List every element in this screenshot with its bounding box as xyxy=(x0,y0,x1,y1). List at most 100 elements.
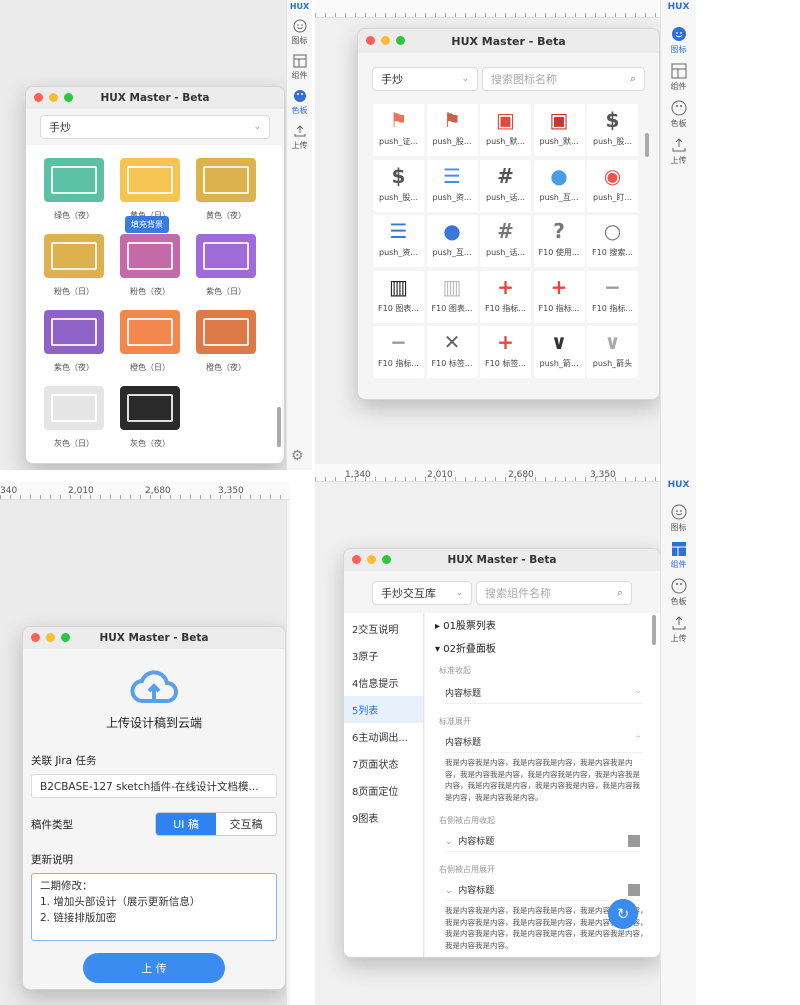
icon-tile[interactable]: ☰ push_资... xyxy=(373,215,424,267)
library-dropdown[interactable]: 手炒 ⌄ xyxy=(40,115,270,139)
swatch-item[interactable]: 紫色（日） xyxy=(190,228,262,300)
icon-tile[interactable]: ▣ push_默... xyxy=(533,104,585,156)
icon-tile[interactable]: + F10 指标... xyxy=(480,270,531,323)
scrollbar-thumb[interactable] xyxy=(277,407,281,447)
rail-icons[interactable]: 图标 xyxy=(287,501,290,528)
swatch-item[interactable]: 粉色（夜） xyxy=(114,228,186,300)
close-window-button[interactable] xyxy=(31,633,40,642)
icon-search-input[interactable]: 搜索图标名称 ⌕ xyxy=(482,67,645,91)
rail-upload[interactable]: 上传 xyxy=(287,606,290,633)
category-nav-item[interactable]: 7页面状态 xyxy=(344,750,423,777)
rail-components[interactable]: 组件 xyxy=(661,541,696,570)
icon-tile[interactable]: ∨ push_箭头 xyxy=(587,326,638,378)
notes-textarea[interactable]: 二期修改： 1. 增加头部设计（展示更新信息） 2. 链接排版加密 xyxy=(31,873,277,941)
swatch-item[interactable]: 黄色（夜） xyxy=(190,152,262,224)
category-nav-item[interactable]: 9图表 xyxy=(344,804,423,831)
search-placeholder: 搜索图标名称 xyxy=(491,73,557,86)
scrollbar-thumb[interactable] xyxy=(645,133,649,157)
upload-button[interactable]: 上 传 xyxy=(83,953,225,983)
accordion-header[interactable]: ⌄ 内容标题 xyxy=(445,830,640,852)
accordion-header[interactable]: ⌄ 内容标题 xyxy=(445,879,640,901)
smiley-icon xyxy=(671,504,686,520)
rail-colors[interactable]: 色板 xyxy=(287,571,290,598)
icon-tile[interactable]: $ push_股... xyxy=(373,159,424,212)
accordion-header[interactable]: 内容标题 ⌄ xyxy=(445,682,642,704)
refresh-button[interactable]: ↻ xyxy=(608,899,638,929)
zoom-window-button[interactable] xyxy=(64,93,73,102)
rail-upload[interactable]: 上传 xyxy=(661,615,696,644)
icon-tile[interactable]: + F10 指标... xyxy=(533,270,585,323)
category-nav-item[interactable]: 3原子 xyxy=(344,642,423,669)
icon-tile[interactable]: + F10 标签... xyxy=(480,326,531,378)
library-dropdown[interactable]: 手炒 ⌄ xyxy=(372,67,478,91)
icon-tile[interactable]: ● push_互... xyxy=(533,159,585,212)
scrollbar-thumb[interactable] xyxy=(652,615,656,645)
rail-colors[interactable]: 色板 xyxy=(661,578,696,607)
icon-tile[interactable]: ▥ F10 图表... xyxy=(426,270,478,323)
zoom-window-button[interactable] xyxy=(396,36,405,45)
icon-tile[interactable]: ☰ push_资... xyxy=(426,159,478,212)
zoom-window-button[interactable] xyxy=(61,633,70,642)
minimize-window-button[interactable] xyxy=(49,93,58,102)
library-dropdown[interactable]: 手炒交互库 ⌄ xyxy=(372,581,472,605)
rail-components[interactable]: 组件 xyxy=(661,63,696,92)
close-window-button[interactable] xyxy=(34,93,43,102)
icon-tile[interactable]: ○ F10 搜索... xyxy=(587,215,638,267)
icon-tile[interactable]: # push_话... xyxy=(480,159,531,212)
tree-item-expanded[interactable]: ▾ 02折叠面板 xyxy=(425,636,660,659)
rail-components[interactable]: 组件 xyxy=(287,536,290,563)
rail-icons-label: 图标 xyxy=(670,45,687,54)
swatch-item[interactable]: 灰色（夜） xyxy=(114,380,186,452)
category-nav-item[interactable]: 2交互说明 xyxy=(344,615,423,642)
swatch-item[interactable]: 灰色（日） xyxy=(38,380,110,452)
swatch-item[interactable]: 粉色（日） xyxy=(38,228,110,300)
rail-components[interactable]: 组件 xyxy=(287,54,312,81)
minimize-window-button[interactable] xyxy=(367,555,376,564)
icon-tile[interactable]: ∨ push_箭... xyxy=(533,326,585,378)
icon-tile[interactable]: ⚑ push_股... xyxy=(426,104,478,156)
icon-tile[interactable]: ⚑ push_证... xyxy=(373,104,424,156)
rail-colors[interactable]: 色板 xyxy=(661,100,696,129)
tree-item-collapsed[interactable]: ▸ 01股票列表 xyxy=(425,613,660,636)
swatch-color xyxy=(120,158,180,202)
icon-tile[interactable]: ● push_互... xyxy=(426,215,478,267)
icon-tile[interactable]: ◉ push_盯... xyxy=(587,159,638,212)
jira-task-field[interactable]: B2CBASE-127 sketch插件-在线设计文档模... xyxy=(31,774,277,798)
type-option-interaction[interactable]: 交互稿 xyxy=(216,813,276,835)
minimize-window-button[interactable] xyxy=(381,36,390,45)
swatch-item[interactable]: 绿色（夜） xyxy=(38,152,110,224)
icon-tile[interactable]: ? F10 使用... xyxy=(533,215,585,267)
zoom-window-button[interactable] xyxy=(382,555,391,564)
icon-tile[interactable]: ▣ push_默... xyxy=(480,104,531,156)
rail-colors[interactable]: 色板 xyxy=(287,89,312,116)
rail-icons[interactable]: 图标 xyxy=(661,26,696,55)
icon-tile[interactable]: − F10 指标... xyxy=(587,270,638,323)
rail-icons[interactable]: 图标 xyxy=(287,19,312,46)
rail-icons[interactable]: 图标 xyxy=(661,504,696,533)
component-search-input[interactable]: 搜索组件名称 ⌕ xyxy=(476,581,632,605)
icon-tile[interactable]: ✕ F10 标签... xyxy=(426,326,478,378)
minimize-window-button[interactable] xyxy=(46,633,55,642)
swatch-item[interactable]: 紫色（夜） xyxy=(38,304,110,376)
rail-upload[interactable]: 上传 xyxy=(287,124,312,151)
rail-colors-label: 色板 xyxy=(291,106,308,115)
swatch-item[interactable]: 橙色（日） xyxy=(114,304,186,376)
icon-tile[interactable]: $ push_股... xyxy=(587,104,638,156)
accordion-header[interactable]: 内容标题 ⌃ xyxy=(445,731,642,753)
close-window-button[interactable] xyxy=(366,36,375,45)
type-option-ui[interactable]: UI 稿 xyxy=(156,813,216,835)
settings-icon[interactable]: ⚙ xyxy=(291,448,304,464)
swatch-frame xyxy=(51,242,97,270)
category-nav-item[interactable]: 8页面定位 xyxy=(344,777,423,804)
swatch-item[interactable]: 黄色（日） xyxy=(114,152,186,224)
category-nav-item[interactable]: 5列表 xyxy=(344,696,423,723)
rail-upload[interactable]: 上传 xyxy=(661,137,696,166)
swatch-item[interactable]: 橙色（夜） xyxy=(190,304,262,376)
close-window-button[interactable] xyxy=(352,555,361,564)
category-nav-item[interactable]: 4信息提示 xyxy=(344,669,423,696)
icon-tile[interactable]: ▥ F10 图表... xyxy=(373,270,424,323)
icon-tile[interactable]: # push_话... xyxy=(480,215,531,267)
category-nav-item[interactable]: 6主动调出... xyxy=(344,723,423,750)
icon-tile[interactable]: − F10 指标... xyxy=(373,326,424,378)
jira-label: 关联 Jira 任务 xyxy=(31,755,97,767)
